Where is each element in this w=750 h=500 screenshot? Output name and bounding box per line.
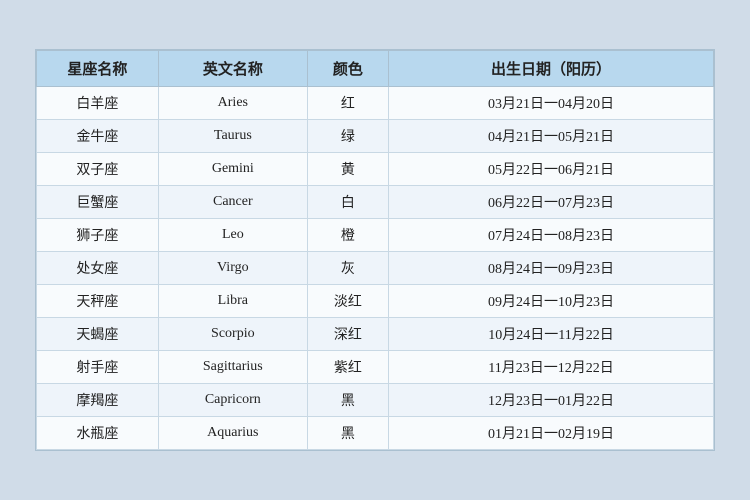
- cell-date: 07月24日一08月23日: [389, 219, 714, 252]
- table-row: 巨蟹座Cancer白06月22日一07月23日: [37, 186, 714, 219]
- table-row: 狮子座Leo橙07月24日一08月23日: [37, 219, 714, 252]
- cell-color: 黄: [307, 153, 388, 186]
- cell-color: 灰: [307, 252, 388, 285]
- cell-cn: 摩羯座: [37, 384, 159, 417]
- cell-cn: 水瓶座: [37, 417, 159, 450]
- cell-cn: 天蝎座: [37, 318, 159, 351]
- cell-color: 黑: [307, 384, 388, 417]
- cell-date: 10月24日一11月22日: [389, 318, 714, 351]
- cell-cn: 狮子座: [37, 219, 159, 252]
- cell-color: 黑: [307, 417, 388, 450]
- table-row: 水瓶座Aquarius黑01月21日一02月19日: [37, 417, 714, 450]
- table-row: 处女座Virgo灰08月24日一09月23日: [37, 252, 714, 285]
- table-row: 天秤座Libra淡红09月24日一10月23日: [37, 285, 714, 318]
- table-row: 白羊座Aries红03月21日一04月20日: [37, 87, 714, 120]
- cell-color: 白: [307, 186, 388, 219]
- zodiac-table: 星座名称 英文名称 颜色 出生日期（阳历） 白羊座Aries红03月21日一04…: [36, 50, 714, 450]
- cell-cn: 金牛座: [37, 120, 159, 153]
- cell-color: 橙: [307, 219, 388, 252]
- header-cn: 星座名称: [37, 51, 159, 87]
- cell-date: 06月22日一07月23日: [389, 186, 714, 219]
- header-color: 颜色: [307, 51, 388, 87]
- table-row: 双子座Gemini黄05月22日一06月21日: [37, 153, 714, 186]
- cell-en: Gemini: [158, 153, 307, 186]
- cell-cn: 处女座: [37, 252, 159, 285]
- cell-en: Virgo: [158, 252, 307, 285]
- cell-en: Taurus: [158, 120, 307, 153]
- cell-cn: 巨蟹座: [37, 186, 159, 219]
- table-row: 天蝎座Scorpio深红10月24日一11月22日: [37, 318, 714, 351]
- cell-color: 绿: [307, 120, 388, 153]
- table-header-row: 星座名称 英文名称 颜色 出生日期（阳历）: [37, 51, 714, 87]
- table-row: 金牛座Taurus绿04月21日一05月21日: [37, 120, 714, 153]
- cell-cn: 白羊座: [37, 87, 159, 120]
- header-en: 英文名称: [158, 51, 307, 87]
- cell-date: 11月23日一12月22日: [389, 351, 714, 384]
- cell-en: Scorpio: [158, 318, 307, 351]
- table-row: 摩羯座Capricorn黑12月23日一01月22日: [37, 384, 714, 417]
- table-row: 射手座Sagittarius紫红11月23日一12月22日: [37, 351, 714, 384]
- zodiac-table-container: 星座名称 英文名称 颜色 出生日期（阳历） 白羊座Aries红03月21日一04…: [35, 49, 715, 451]
- cell-en: Capricorn: [158, 384, 307, 417]
- cell-date: 05月22日一06月21日: [389, 153, 714, 186]
- cell-color: 紫红: [307, 351, 388, 384]
- cell-cn: 射手座: [37, 351, 159, 384]
- cell-en: Libra: [158, 285, 307, 318]
- cell-en: Cancer: [158, 186, 307, 219]
- cell-en: Sagittarius: [158, 351, 307, 384]
- cell-en: Aries: [158, 87, 307, 120]
- cell-color: 深红: [307, 318, 388, 351]
- cell-date: 08月24日一09月23日: [389, 252, 714, 285]
- cell-color: 红: [307, 87, 388, 120]
- cell-cn: 双子座: [37, 153, 159, 186]
- cell-en: Leo: [158, 219, 307, 252]
- cell-date: 01月21日一02月19日: [389, 417, 714, 450]
- cell-date: 03月21日一04月20日: [389, 87, 714, 120]
- cell-date: 12月23日一01月22日: [389, 384, 714, 417]
- cell-cn: 天秤座: [37, 285, 159, 318]
- header-date: 出生日期（阳历）: [389, 51, 714, 87]
- cell-en: Aquarius: [158, 417, 307, 450]
- cell-color: 淡红: [307, 285, 388, 318]
- cell-date: 04月21日一05月21日: [389, 120, 714, 153]
- cell-date: 09月24日一10月23日: [389, 285, 714, 318]
